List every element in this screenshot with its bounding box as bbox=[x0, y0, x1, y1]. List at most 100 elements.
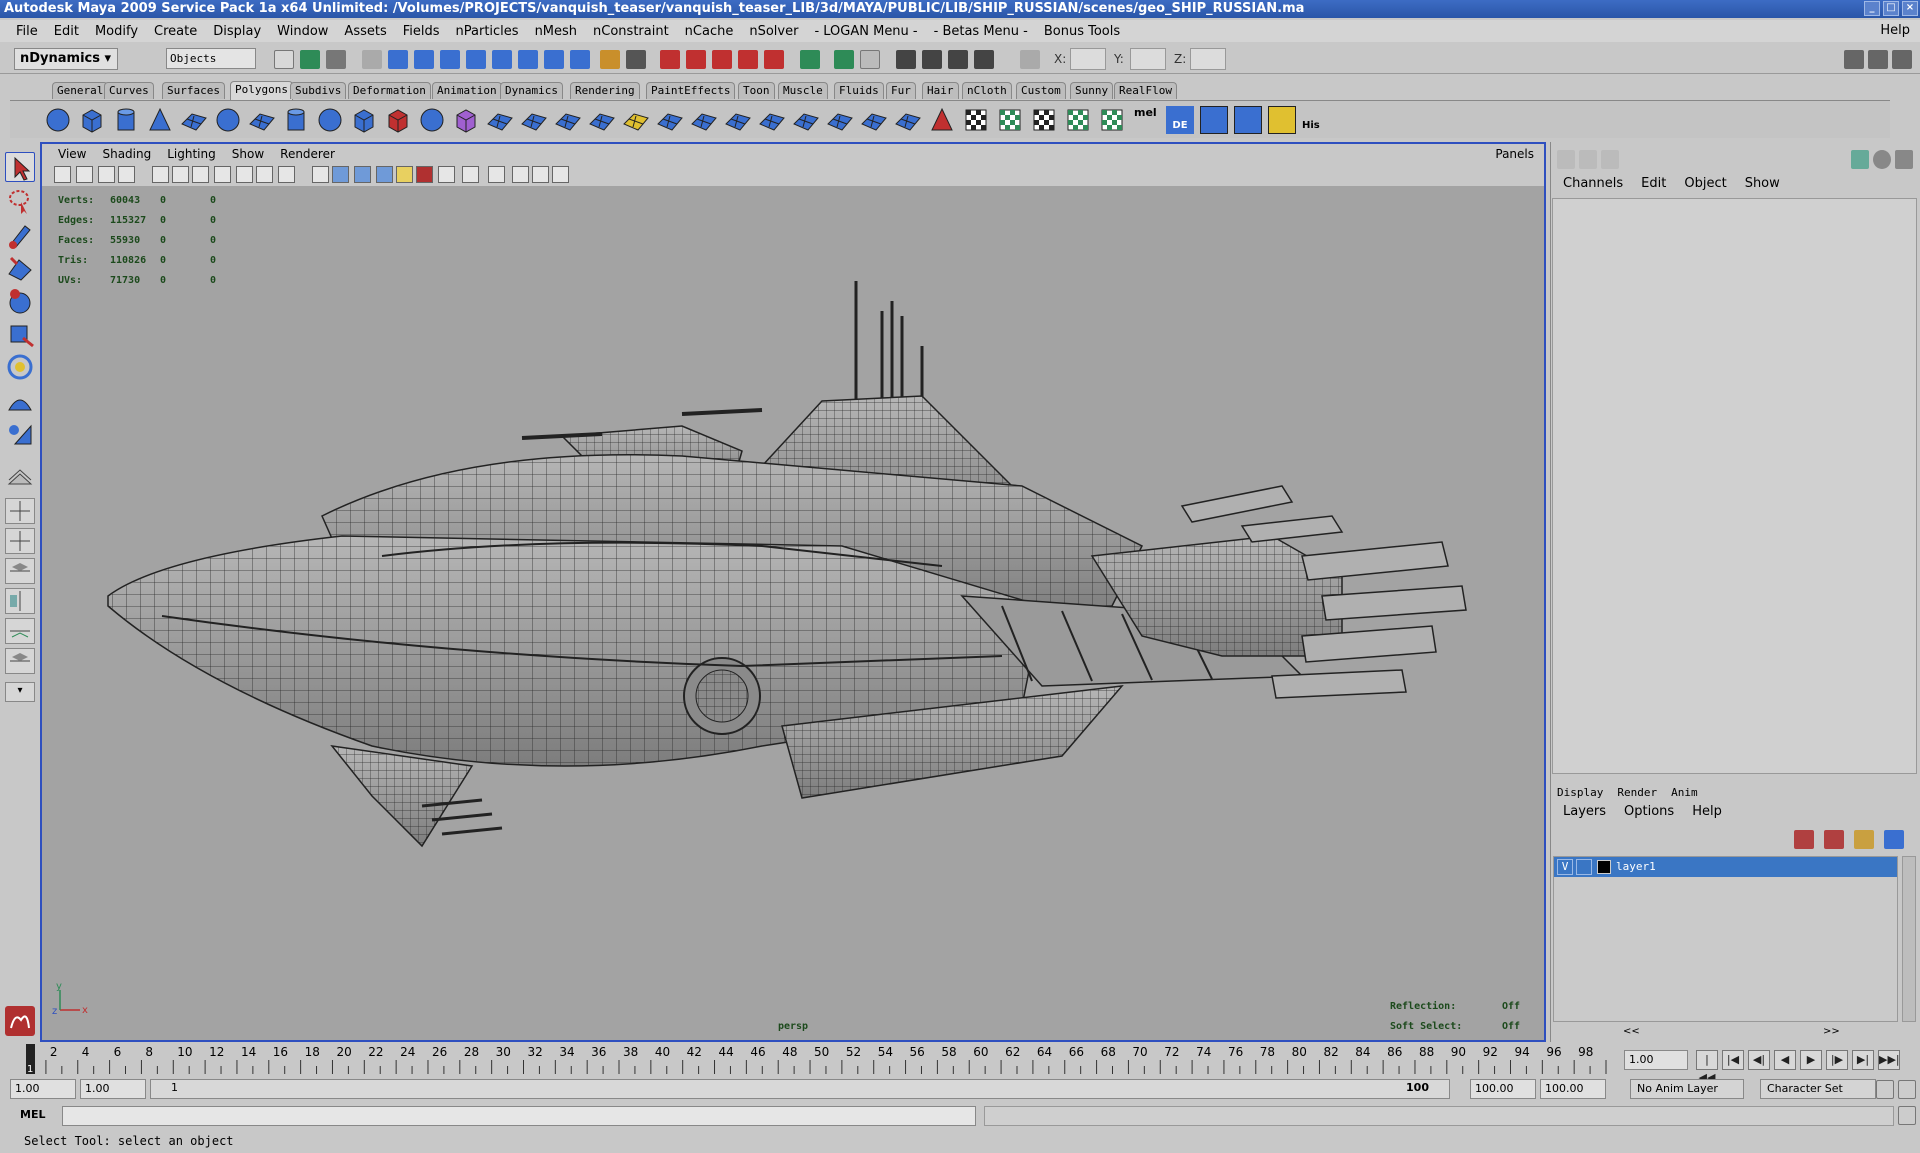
attribute-editor-mode-icon[interactable] bbox=[1579, 150, 1597, 169]
append-polygon-icon[interactable] bbox=[554, 106, 582, 134]
shelf-history-icon[interactable]: His bbox=[1302, 106, 1330, 134]
select-surfaces-icon[interactable] bbox=[466, 50, 486, 69]
textured-icon[interactable] bbox=[376, 166, 393, 183]
image-plane-icon[interactable] bbox=[118, 166, 135, 183]
scale-tool-icon[interactable] bbox=[5, 318, 35, 348]
step-forward-frame-button[interactable]: ▶| bbox=[1852, 1050, 1874, 1070]
shelf-tab-polygons[interactable]: Polygons bbox=[230, 81, 293, 100]
new-layer-icon[interactable] bbox=[1794, 830, 1814, 849]
layer-menu-options[interactable]: Options bbox=[1624, 804, 1674, 819]
select-tool-icon[interactable] bbox=[5, 152, 35, 182]
range-slider-bar[interactable]: 1 100 bbox=[150, 1079, 1450, 1099]
y-field[interactable] bbox=[1130, 48, 1166, 70]
playback-end-field[interactable]: 100.00 bbox=[1470, 1079, 1536, 1099]
poly-sphere-icon[interactable] bbox=[44, 106, 72, 134]
extrude-icon[interactable] bbox=[486, 106, 514, 134]
shelf-tab-realflow[interactable]: RealFlow bbox=[1114, 82, 1177, 99]
menu-betas-menu[interactable]: - Betas Menu - bbox=[926, 24, 1036, 39]
menu-ncache[interactable]: nCache bbox=[677, 24, 742, 39]
tool-settings-icon[interactable] bbox=[1868, 50, 1888, 69]
layer-visibility-toggle[interactable]: V bbox=[1557, 859, 1573, 875]
layer-name[interactable]: layer1 bbox=[1616, 860, 1656, 873]
xray-icon[interactable] bbox=[438, 166, 455, 183]
shelf-custom-tool-2-icon[interactable] bbox=[1234, 106, 1262, 134]
shelf-tab-painteffects[interactable]: PaintEffects bbox=[646, 82, 736, 99]
move-tool-icon[interactable] bbox=[5, 252, 35, 282]
maximize-button[interactable]: □ bbox=[1883, 1, 1899, 16]
poly-cylinder-icon[interactable] bbox=[112, 106, 140, 134]
step-back-frame-button[interactable]: |◀ bbox=[1722, 1050, 1744, 1070]
menu-set-dropdown[interactable]: nDynamics bbox=[14, 48, 118, 70]
layout-persp-outliner-icon[interactable] bbox=[5, 528, 35, 554]
planar-mapping-icon[interactable] bbox=[928, 106, 956, 134]
bridge-icon[interactable] bbox=[520, 106, 548, 134]
close-button[interactable]: × bbox=[1902, 1, 1918, 16]
go-to-end-button[interactable]: ▶▶| bbox=[1878, 1050, 1900, 1070]
poly-torus-icon[interactable] bbox=[214, 106, 242, 134]
layout-hypershade-icon[interactable] bbox=[5, 588, 35, 614]
minimize-button[interactable]: _ bbox=[1864, 1, 1880, 16]
layer-tab-display[interactable]: Display bbox=[1557, 786, 1603, 799]
checker-uv-icon[interactable] bbox=[962, 106, 990, 134]
shelf-custom-tool-3-icon[interactable] bbox=[1268, 106, 1296, 134]
menu-create[interactable]: Create bbox=[146, 24, 205, 39]
snap-curve-icon[interactable] bbox=[686, 50, 706, 69]
layer-options-icon[interactable] bbox=[1854, 830, 1874, 849]
select-misc-icon[interactable] bbox=[570, 50, 590, 69]
mel-label[interactable]: MEL bbox=[20, 1108, 45, 1121]
auto-mapping-icon[interactable] bbox=[1064, 106, 1092, 134]
play-forwards-button[interactable]: ▶ bbox=[1800, 1050, 1822, 1070]
playback-start-field[interactable]: 1.00 bbox=[80, 1079, 146, 1099]
shelf-tab-rendering[interactable]: Rendering bbox=[570, 82, 640, 99]
scroll-right-arrow[interactable]: >> bbox=[1823, 1026, 1840, 1037]
boolean-icon[interactable] bbox=[418, 106, 446, 134]
menu-file[interactable]: File bbox=[8, 24, 46, 39]
bevel-icon[interactable] bbox=[724, 106, 752, 134]
x-field[interactable] bbox=[1070, 48, 1106, 70]
layer-color-swatch[interactable] bbox=[1597, 860, 1611, 874]
current-frame-field[interactable]: 1.00 bbox=[1624, 1050, 1688, 1070]
construction-history-icon[interactable] bbox=[860, 50, 880, 69]
shelf-tab-sunny[interactable]: Sunny bbox=[1070, 82, 1114, 99]
shelf-tab-deformation[interactable]: Deformation bbox=[348, 82, 431, 99]
menu-display[interactable]: Display bbox=[205, 24, 269, 39]
anim-layer-dropdown[interactable]: No Anim Layer bbox=[1630, 1079, 1744, 1099]
shelf-tab-hair[interactable]: Hair bbox=[922, 82, 959, 99]
layer-list-vertical-scrollbar[interactable] bbox=[1902, 856, 1916, 1022]
menu-edit[interactable]: Edit bbox=[46, 24, 87, 39]
filter-icon[interactable] bbox=[362, 50, 382, 69]
select-hierarchy-icon[interactable] bbox=[274, 50, 294, 69]
new-layer-selected-icon[interactable] bbox=[1824, 830, 1844, 849]
shelf-tab-custom[interactable]: Custom bbox=[1016, 82, 1066, 99]
shelf-tab-fur[interactable]: Fur bbox=[886, 82, 916, 99]
shelf-tab-muscle[interactable]: Muscle bbox=[778, 82, 828, 99]
shelf-tab-curves[interactable]: Curves bbox=[104, 82, 154, 99]
channel-box-menu-object[interactable]: Object bbox=[1684, 176, 1726, 191]
combine-icon[interactable] bbox=[350, 106, 378, 134]
four-panel-icon[interactable] bbox=[532, 166, 549, 183]
ship-wireframe-model[interactable] bbox=[42, 186, 1544, 1040]
poly-plane-icon[interactable] bbox=[180, 106, 208, 134]
menu-nparticles[interactable]: nParticles bbox=[448, 24, 527, 39]
grid-toggle-icon[interactable] bbox=[152, 166, 169, 183]
universal-manipulator-icon[interactable] bbox=[5, 352, 35, 382]
channel-box-menu-channels[interactable]: Channels bbox=[1563, 176, 1623, 191]
safe-title-icon[interactable] bbox=[278, 166, 295, 183]
poly-cone-icon[interactable] bbox=[146, 106, 174, 134]
menu-window[interactable]: Window bbox=[269, 24, 336, 39]
shelf-de-script-icon[interactable]: DE bbox=[1166, 106, 1194, 134]
select-deformers-icon[interactable] bbox=[492, 50, 512, 69]
channel-box-sphere-icon[interactable] bbox=[1873, 150, 1891, 169]
spherical-mapping-icon[interactable] bbox=[1030, 106, 1058, 134]
layout-persp-trax-icon[interactable] bbox=[5, 648, 35, 674]
render-settings-icon[interactable] bbox=[948, 50, 968, 69]
tool-settings-mode-icon[interactable] bbox=[1601, 150, 1619, 169]
shelf-tab-dynamics[interactable]: Dynamics bbox=[500, 82, 563, 99]
shelf-tab-general[interactable]: General bbox=[52, 82, 109, 99]
isolate-select-icon[interactable] bbox=[462, 166, 479, 183]
resolution-gate-icon[interactable] bbox=[192, 166, 209, 183]
scroll-left-arrow[interactable]: << bbox=[1623, 1026, 1640, 1037]
menu-nmesh[interactable]: nMesh bbox=[527, 24, 585, 39]
smooth-shade-icon[interactable] bbox=[332, 166, 349, 183]
input-ops-icon[interactable] bbox=[800, 50, 820, 69]
